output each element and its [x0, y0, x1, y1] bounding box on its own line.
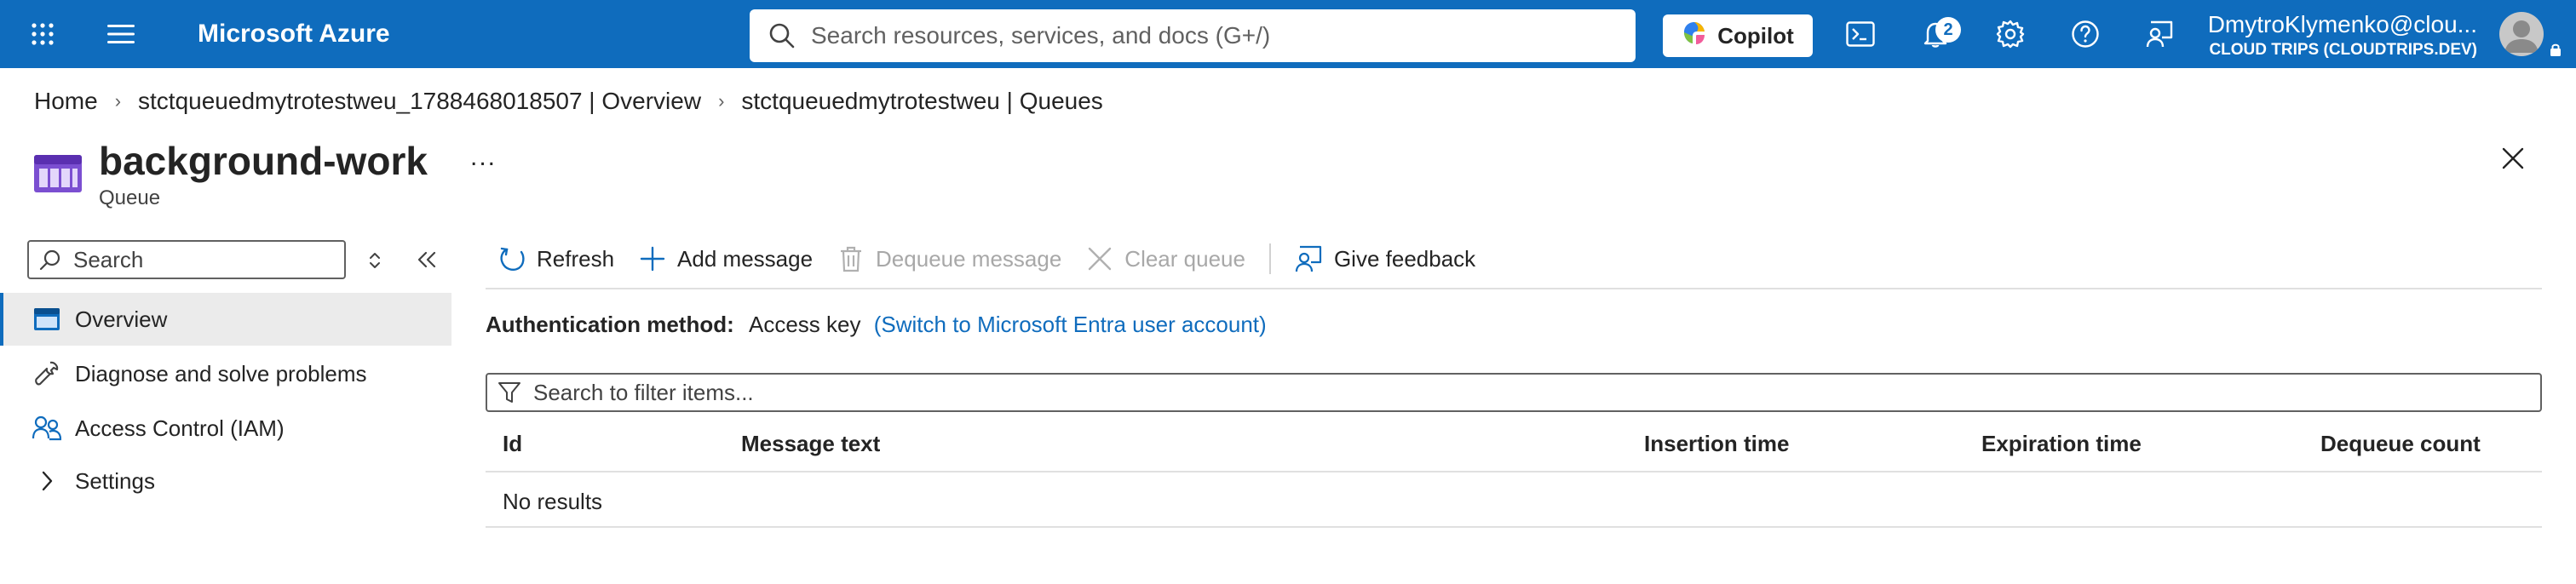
brand-title[interactable]: Microsoft Azure: [198, 19, 390, 49]
sidebar-item-label: Access Control (IAM): [75, 415, 285, 441]
wrench-icon: [32, 359, 61, 388]
chevron-right-icon: ›: [114, 90, 122, 112]
table-header-divider: [486, 471, 2542, 472]
clear-queue-button[interactable]: Clear queue: [1073, 238, 1257, 279]
give-feedback-button[interactable]: Give feedback: [1283, 238, 1487, 279]
account-tenant: CLOUD TRIPS (CLOUDTRIPS.DEV): [2209, 41, 2477, 59]
sidebar-item-settings[interactable]: Settings: [0, 455, 451, 507]
close-icon: [1085, 244, 1114, 273]
plus-icon: [638, 244, 667, 273]
settings-gear-icon[interactable]: [1995, 19, 2026, 49]
global-search-placeholder: Search resources, services, and docs (G+…: [811, 22, 1271, 49]
column-header-dequeue-count[interactable]: Dequeue count: [2320, 429, 2481, 458]
breadcrumb-storage-overview[interactable]: stctqueuedmytrotestweu_1788468018507 | O…: [138, 88, 701, 115]
feedback-icon: [1295, 244, 1324, 273]
sidebar-item-access-control[interactable]: Access Control (IAM): [0, 402, 451, 455]
top-bar: Microsoft Azure Search resources, servic…: [0, 0, 2576, 68]
auth-method-value: Access key: [749, 312, 861, 337]
account-menu[interactable]: DmytroKlymenko@clou... CLOUD TRIPS (CLOU…: [2205, 10, 2477, 61]
search-icon: [768, 20, 799, 51]
refresh-button[interactable]: Refresh: [486, 238, 626, 279]
refresh-label: Refresh: [537, 245, 615, 272]
column-header-expiration-time[interactable]: Expiration time: [1981, 429, 2142, 458]
auth-method-label: Authentication method:: [486, 312, 734, 337]
lock-icon: [2549, 43, 2562, 56]
breadcrumb-home[interactable]: Home: [34, 88, 98, 115]
feedback-icon[interactable]: [2145, 19, 2176, 49]
copilot-button[interactable]: Copilot: [1663, 14, 1813, 57]
sidebar-item-label: Settings: [75, 467, 155, 494]
close-icon[interactable]: [2498, 143, 2528, 174]
give-feedback-label: Give feedback: [1333, 245, 1476, 272]
filter-placeholder: Search to filter items...: [533, 379, 754, 405]
column-header-insertion-time[interactable]: Insertion time: [1644, 429, 1789, 458]
nav-search-input[interactable]: Search: [27, 240, 346, 279]
switch-to-entra-link[interactable]: (Switch to Microsoft Entra user account): [874, 312, 1267, 337]
copilot-label: Copilot: [1717, 22, 1794, 49]
help-icon[interactable]: [2070, 19, 2101, 49]
sort-updown-icon[interactable]: [363, 249, 387, 272]
table-bottom-divider: [486, 526, 2542, 528]
filter-items-input[interactable]: Search to filter items...: [486, 373, 2542, 412]
overview-icon: [32, 305, 61, 334]
sidebar-item-overview[interactable]: Overview: [0, 293, 451, 346]
column-header-id[interactable]: Id: [503, 429, 522, 458]
toolbar-divider-line: [486, 288, 2542, 289]
refresh-icon: [497, 244, 526, 273]
filter-funnel-icon: [497, 380, 523, 405]
sidebar-item-label: Diagnose and solve problems: [75, 360, 367, 386]
add-message-label: Add message: [677, 245, 814, 272]
search-icon: [39, 248, 63, 272]
clear-queue-label: Clear queue: [1124, 245, 1245, 272]
toolbar-divider: [1268, 243, 1271, 274]
hamburger-menu-icon[interactable]: [106, 19, 136, 49]
add-message-button[interactable]: Add message: [626, 238, 825, 279]
dequeue-message-label: Dequeue message: [876, 245, 1062, 272]
more-actions-button[interactable]: ...: [470, 143, 497, 172]
avatar[interactable]: [2499, 12, 2544, 56]
nav-search-placeholder: Search: [73, 246, 144, 272]
cloud-shell-icon[interactable]: [1845, 19, 1876, 49]
authentication-method: Authentication method: Access key (Switc…: [486, 310, 1267, 339]
queue-resource-icon: [34, 155, 82, 192]
sidebar-item-label: Overview: [75, 306, 168, 332]
sidebar-item-diagnose[interactable]: Diagnose and solve problems: [0, 347, 451, 400]
command-bar: Refresh Add message Dequeue message Clea…: [486, 238, 1487, 279]
app-launcher-icon[interactable]: [27, 19, 58, 49]
breadcrumb: Home › stctqueuedmytrotestweu_1788468018…: [34, 87, 1103, 116]
chevron-right-icon: ›: [718, 90, 725, 112]
breadcrumb-queues[interactable]: stctqueuedmytrotestweu | Queues: [741, 88, 1102, 115]
people-icon: [32, 414, 61, 443]
dequeue-message-button[interactable]: Dequeue message: [825, 238, 1073, 279]
copilot-icon: [1682, 20, 1707, 52]
notifications-count-badge: 2: [1935, 17, 1961, 43]
global-search-input[interactable]: Search resources, services, and docs (G+…: [750, 9, 1636, 62]
empty-table-message: No results: [503, 489, 603, 514]
account-user: DmytroKlymenko@clou...: [2207, 11, 2477, 37]
collapse-double-chevron-icon[interactable]: [414, 247, 440, 272]
page-title: background-work: [99, 139, 428, 183]
trash-icon: [837, 244, 865, 273]
chevron-right-icon: [32, 467, 61, 495]
column-header-message-text[interactable]: Message text: [741, 429, 880, 458]
resource-type: Queue: [99, 186, 161, 209]
